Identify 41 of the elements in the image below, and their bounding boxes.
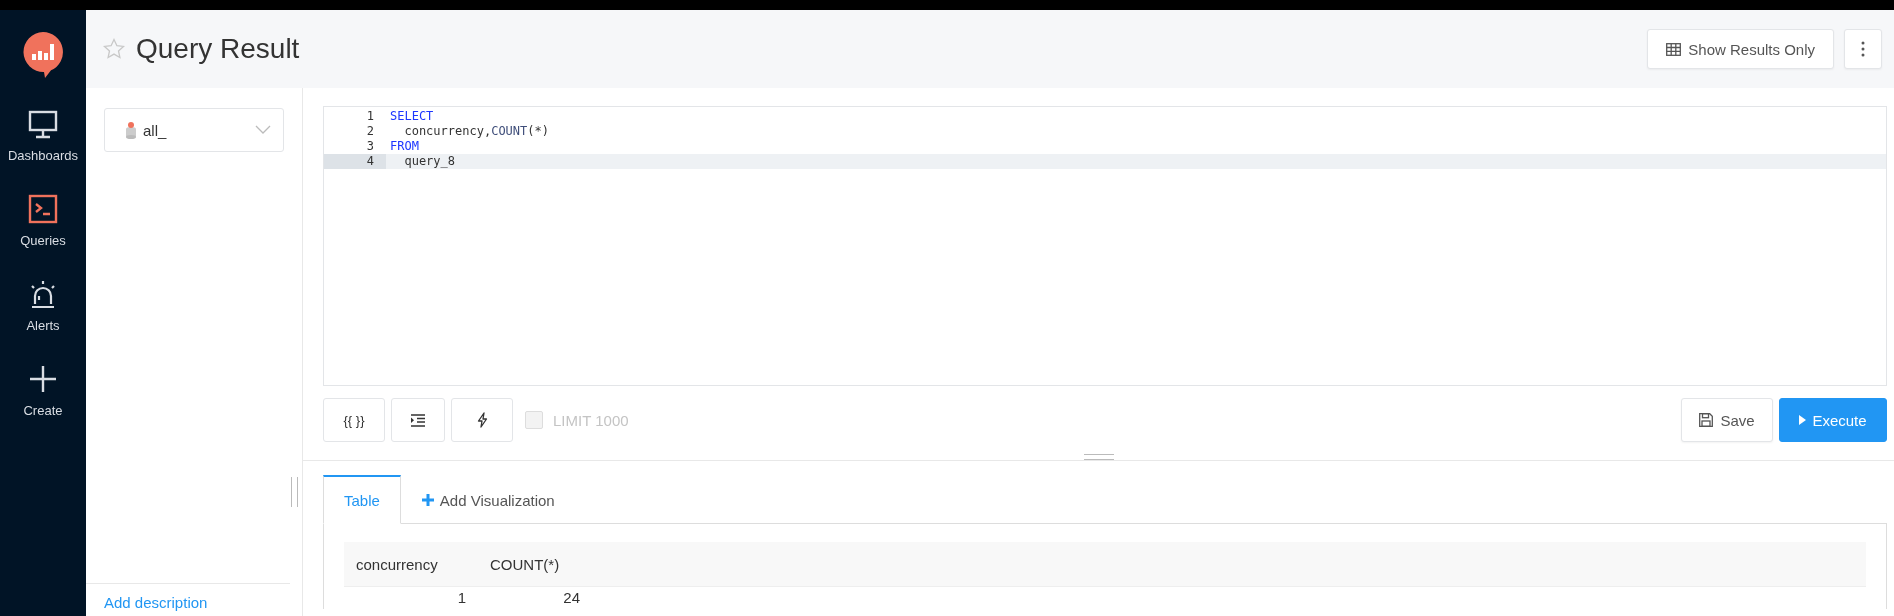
nav-item[interactable]: Dashboards [7, 108, 79, 163]
table-icon [1666, 42, 1682, 56]
monitor-icon [27, 108, 59, 140]
page-title: Query Result [136, 33, 301, 65]
resize-handle[interactable] [291, 477, 298, 507]
column-header[interactable]: COUNT(*) [478, 542, 592, 587]
parameter-button[interactable]: {{ }} [323, 398, 385, 442]
table-cell: 24 [478, 586, 592, 609]
terminal-icon [27, 193, 59, 225]
code-line: concurrency,COUNT(*) [403, 124, 549, 139]
code-line: FROM [389, 139, 419, 154]
code-editor[interactable]: 1 SELECT 2 concurrency,COUNT(*) 3 FROM 4 query_8 [323, 106, 1887, 386]
logo-icon[interactable] [23, 32, 63, 78]
data-source-select[interactable]: all_ [104, 108, 284, 152]
add-visualization-tab[interactable]: Add Visualization [400, 475, 576, 524]
nav-item[interactable]: Queries [20, 193, 66, 248]
code-line: SELECT [389, 109, 434, 124]
line-number: 3 [365, 139, 375, 154]
chevron-down-icon [255, 125, 271, 135]
nav-item[interactable]: Create [23, 363, 63, 418]
show-results-only-button[interactable]: Show Results Only [1647, 29, 1834, 69]
database-icon [125, 121, 137, 139]
format-button[interactable] [391, 398, 445, 442]
limit-label: LIMIT 1000 [553, 411, 629, 429]
indent-icon [411, 413, 425, 427]
star-icon[interactable] [102, 37, 126, 61]
autocomplete-button[interactable] [451, 398, 513, 442]
line-number: 4 [324, 154, 386, 169]
plus-icon [27, 363, 59, 395]
nav-item[interactable]: Alerts [26, 278, 60, 333]
play-icon [1799, 415, 1807, 425]
column-header[interactable]: concurrency [344, 542, 478, 587]
kebab-icon [1861, 41, 1865, 57]
lightning-icon [476, 412, 488, 428]
table-cell: 1 [344, 586, 478, 609]
code-line: query_8 [403, 154, 456, 169]
line-number: 1 [365, 109, 375, 124]
more-menu-button[interactable] [1844, 29, 1882, 69]
plus-icon [421, 494, 434, 506]
save-button[interactable]: Save [1681, 398, 1773, 442]
line-number: 2 [365, 124, 375, 139]
